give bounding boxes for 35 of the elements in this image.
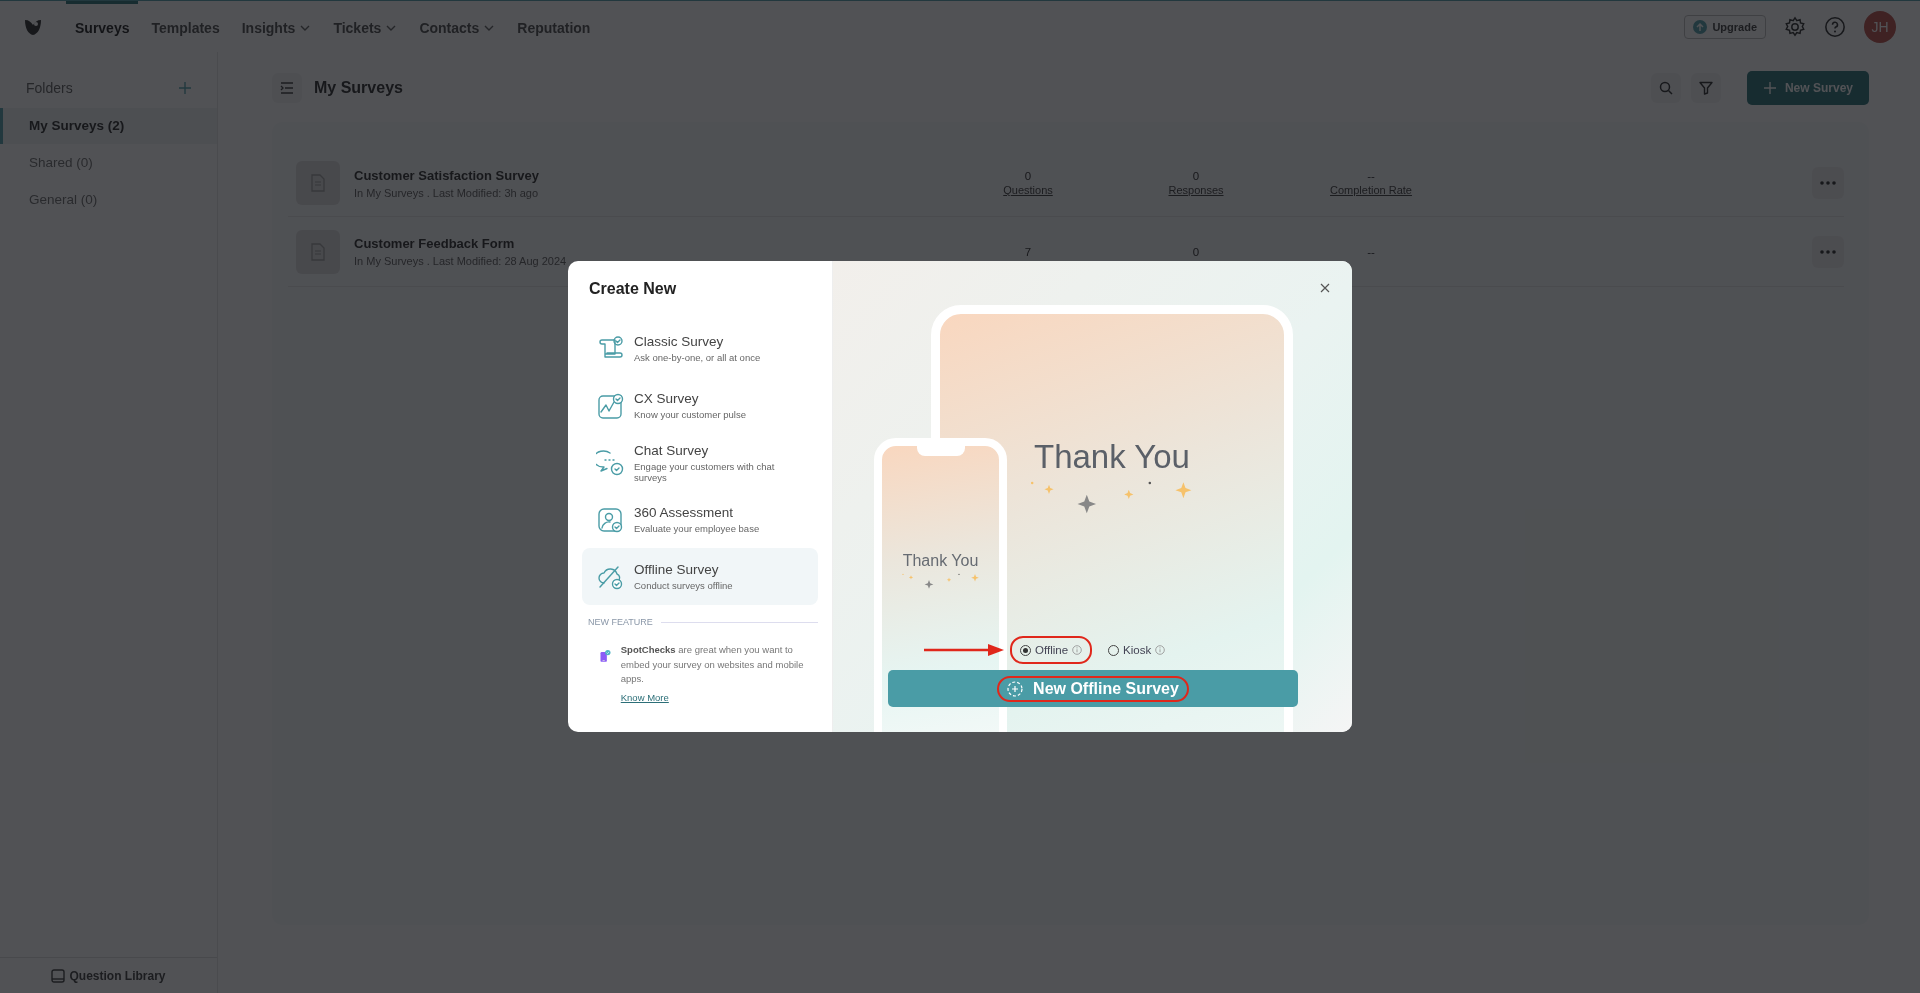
stat-value: --: [1367, 170, 1375, 182]
new-offline-survey-button[interactable]: New Offline Survey: [888, 670, 1298, 707]
survey-type-title: Chat Survey: [634, 442, 710, 458]
thank-you-text: Thank You: [1034, 438, 1190, 476]
survey-type-description: Evaluate your employee base: [634, 523, 760, 534]
chart-icon: [596, 391, 624, 420]
close-icon: [1320, 283, 1330, 293]
thank-you-text: Thank You: [902, 552, 979, 570]
radio-option[interactable]: Kiosk: [1098, 636, 1176, 664]
survey-type-title: Classic Survey: [634, 334, 725, 349]
survey-type-option[interactable]: Offline Survey Conduct surveys offline: [582, 548, 818, 605]
survey-type-option[interactable]: 360 Assessment Evaluate your employee base: [582, 491, 818, 548]
survey-type-option[interactable]: Chat Survey Engage your customers with chat surveys: [582, 434, 818, 491]
survey-type-title: 360 Assessment: [634, 505, 735, 520]
stat-value: --: [1367, 245, 1375, 258]
chat-bubble-icon: [596, 448, 624, 477]
know-more-link[interactable]: Know More: [620, 692, 669, 704]
user-icon: [596, 505, 624, 534]
feature-description: SpotChecks are great when you want to embed your survey on websites and mobile apps.: [620, 643, 805, 687]
radio-option[interactable]: Offline: [1010, 636, 1093, 664]
survey-type-title: Offline Survey: [634, 562, 720, 577]
survey-type-description: Conduct surveys offline: [634, 580, 733, 591]
survey-type-option[interactable]: CX Survey Know your customer pulse: [582, 377, 818, 434]
phone-notch: [916, 446, 965, 456]
plus-circle-icon: [1007, 680, 1024, 697]
survey-type-description: Engage your customers with chat surveys: [634, 460, 776, 483]
modal-title: Create New: [589, 280, 678, 298]
survey-type-option[interactable]: Classic Survey Ask one-by-one, or all at once: [582, 320, 818, 377]
new-feature-label: NEW FEATURE: [588, 617, 653, 627]
survey-title[interactable]: Customer Satisfaction Survey: [354, 167, 539, 183]
survey-type-description: Know your customer pulse: [634, 409, 746, 420]
survey-type-title: CX Survey: [634, 391, 700, 406]
page-title: My Surveys: [314, 79, 403, 97]
survey-type-description: Ask one-by-one, or all at once: [634, 352, 761, 363]
close-button[interactable]: [1318, 281, 1332, 295]
